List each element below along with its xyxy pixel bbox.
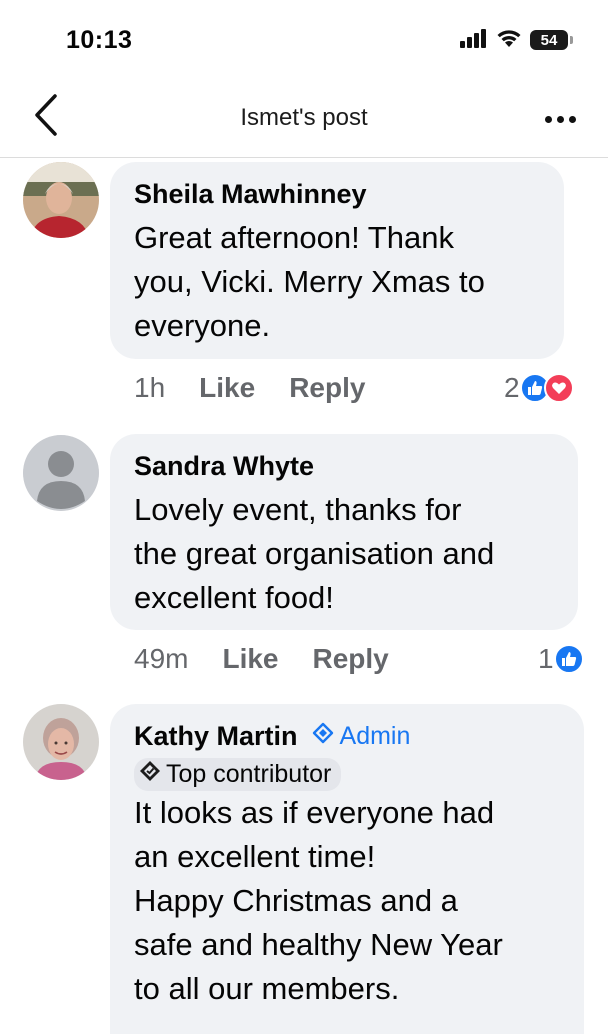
admin-shield-icon — [312, 721, 334, 751]
post-header: Ismet's post — [0, 80, 608, 158]
status-icons: 54 — [460, 27, 573, 54]
admin-label: Admin — [339, 722, 411, 751]
comment-text: Lovely event, thanks for the great organ… — [134, 492, 495, 616]
reaction-summary[interactable]: 2 — [504, 368, 574, 408]
top-contributor-badge[interactable]: Top contributor — [134, 758, 342, 792]
page-title: Ismet's post — [240, 104, 368, 131]
battery-icon: 54 — [530, 30, 573, 50]
comment-author[interactable]: Kathy Martin — [134, 720, 298, 752]
comment-time[interactable]: 1h — [134, 372, 165, 404]
like-button[interactable]: Like — [199, 372, 255, 404]
reaction-count: 1 — [538, 643, 554, 674]
comment-actions: 49m Like Reply — [134, 639, 389, 679]
comment-author-row: Kathy Martin Admin — [134, 720, 562, 752]
avatar[interactable] — [23, 162, 99, 238]
reaction-count: 2 — [504, 372, 520, 403]
battery-level: 54 — [540, 31, 558, 49]
contributor-diamond-icon — [138, 759, 162, 790]
love-reaction-icon — [543, 373, 574, 403]
like-button[interactable]: Like — [222, 643, 278, 675]
admin-badge[interactable]: Admin — [312, 721, 411, 751]
comment-actions: 1h Like Reply — [134, 368, 365, 408]
contributor-label: Top contributor — [166, 760, 332, 789]
status-bar: 10:13 54 — [0, 0, 608, 80]
reply-button[interactable]: Reply — [313, 643, 389, 675]
comment-text: Great afternoon! Thank you, Vicki. Merry… — [134, 220, 485, 344]
badge-row: Top contributor — [134, 752, 562, 792]
signal-icon — [460, 28, 488, 53]
comment-time[interactable]: 49m — [134, 643, 188, 675]
clock: 10:13 — [66, 26, 133, 54]
more-dots-icon — [544, 115, 576, 123]
avatar[interactable] — [23, 435, 99, 511]
like-reaction-icon — [553, 644, 584, 674]
comment-author[interactable]: Sandra Whyte — [134, 450, 556, 482]
comment-bubble: Sheila Mawhinney Great afternoon! Thank … — [110, 162, 564, 359]
wifi-icon — [495, 27, 523, 54]
reply-button[interactable]: Reply — [289, 372, 365, 404]
comment-bubble: Sandra Whyte Lovely event, thanks for th… — [110, 434, 578, 630]
comment-text: It looks as if everyone had an excellent… — [134, 795, 503, 1007]
reaction-summary[interactable]: 1 — [538, 639, 584, 679]
more-options-button[interactable] — [538, 104, 582, 134]
comment-bubble: Kathy Martin Admin Top contributor It lo… — [110, 704, 584, 1034]
comment-author[interactable]: Sheila Mawhinney — [134, 178, 542, 210]
avatar[interactable] — [23, 704, 99, 780]
